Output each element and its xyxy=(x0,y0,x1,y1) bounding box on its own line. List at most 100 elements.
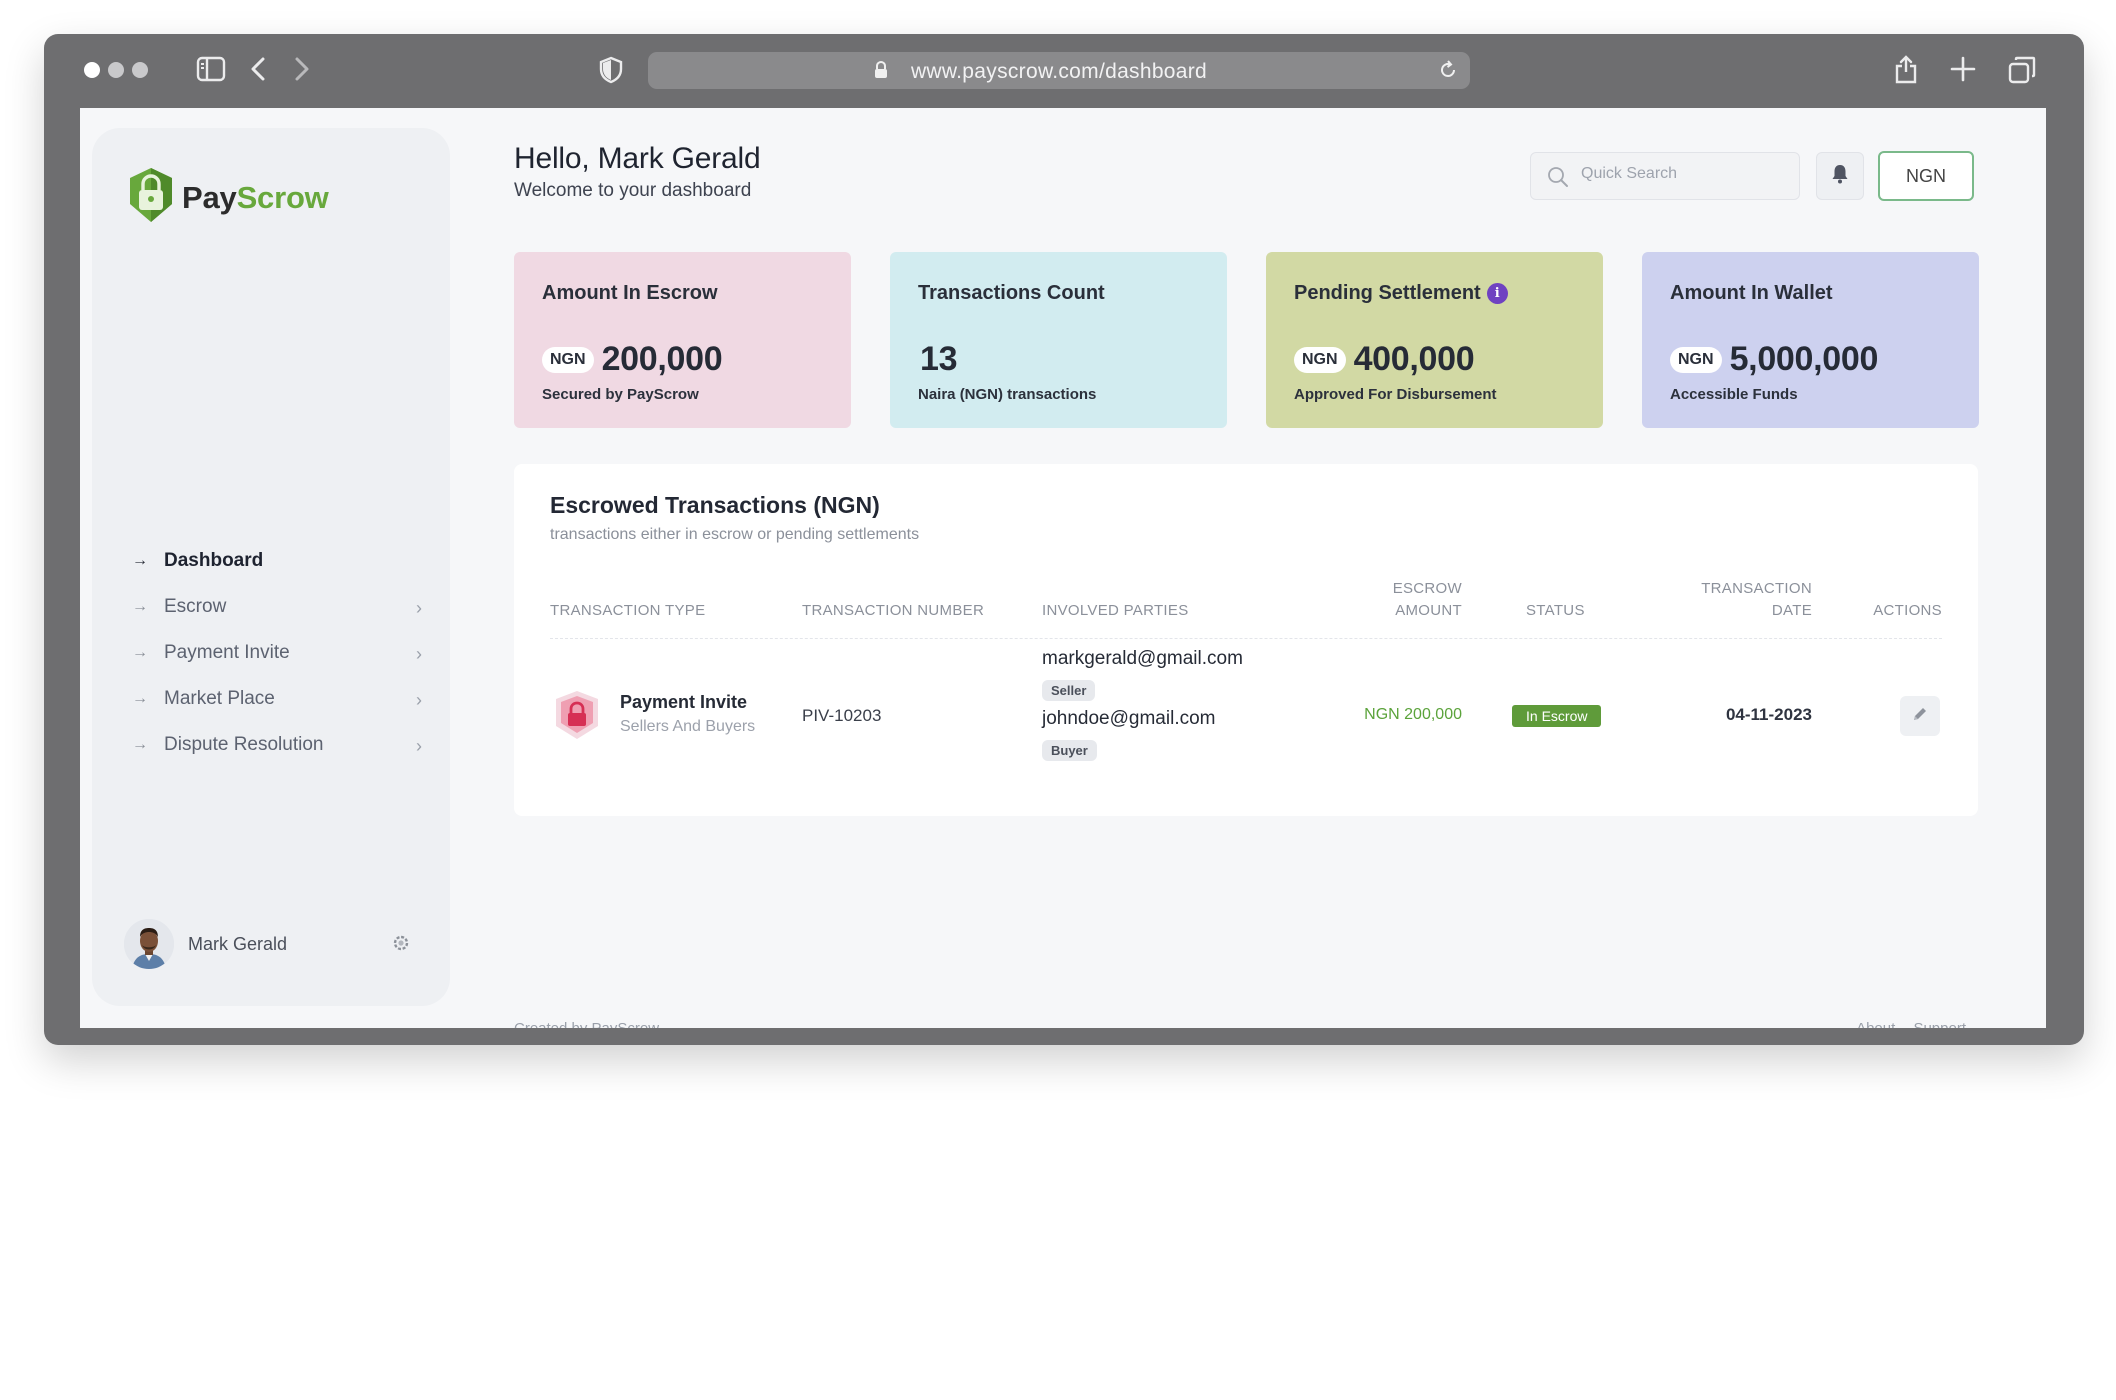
window-close-dot[interactable] xyxy=(84,62,100,78)
amount: 400,000 xyxy=(1353,340,1475,378)
page-viewport: PayScrow → Dashboard → Escrow › → Paymen… xyxy=(80,108,2046,1028)
escrowed-transactions-panel: Escrowed Transactions (NGN) transactions… xyxy=(514,464,1978,816)
sidebar-toggle-icon[interactable] xyxy=(196,56,226,82)
column-header-number[interactable]: TRANSACTION NUMBER xyxy=(802,600,984,622)
seller-role-badge: Seller xyxy=(1042,680,1096,701)
buyer-role-badge: Buyer xyxy=(1042,740,1097,761)
forward-icon[interactable] xyxy=(294,56,310,82)
sidebar-item-label: Dashboard xyxy=(164,550,264,571)
card-transactions-count: Transactions Count 13 Naira (NGN) transa… xyxy=(890,252,1227,428)
sidebar: PayScrow → Dashboard → Escrow › → Paymen… xyxy=(92,128,450,1006)
user-profile[interactable]: Mark Gerald xyxy=(124,918,424,970)
amount: 13 xyxy=(920,340,958,378)
shield-icon[interactable] xyxy=(598,56,624,84)
card-title: Amount In Escrow xyxy=(542,282,718,304)
chevron-right-icon: › xyxy=(416,690,422,710)
card-value: 13 xyxy=(918,340,958,379)
column-header-parties[interactable]: INVOLVED PARTIES xyxy=(1042,600,1189,622)
sidebar-item-label: Payment Invite xyxy=(164,642,290,663)
card-value: NGN 400,000 xyxy=(1294,340,1475,379)
new-tab-icon[interactable] xyxy=(1950,56,1976,82)
quick-search[interactable] xyxy=(1530,152,1800,200)
transaction-type: Payment Invite xyxy=(620,692,748,712)
url-text: www.payscrow.com/dashboard xyxy=(910,60,1208,83)
amount: 200,000 xyxy=(601,340,723,378)
avatar[interactable] xyxy=(124,919,174,969)
sidebar-item-label: Market Place xyxy=(164,688,275,709)
browser-toolbar: www.payscrow.com/dashboard xyxy=(44,34,2084,108)
arrow-right-icon: → xyxy=(132,644,148,661)
currency-pill: NGN xyxy=(542,346,594,373)
search-input[interactable] xyxy=(1581,165,1781,183)
column-header-date[interactable]: TRANSACTION DATE xyxy=(1701,578,1812,622)
tab-overview-icon[interactable] xyxy=(2008,56,2036,84)
card-amount-in-wallet: Amount In Wallet NGN 5,000,000 Accessibl… xyxy=(1642,252,1979,428)
reload-icon[interactable] xyxy=(1438,60,1458,85)
card-subtitle: Secured by PayScrow xyxy=(542,386,699,403)
status-badge: In Escrow xyxy=(1512,705,1602,727)
column-header-escrow-amount[interactable]: ESCROW AMOUNT xyxy=(1393,578,1462,622)
sidebar-nav: → Dashboard → Escrow › → Payment Invite … xyxy=(132,538,422,768)
card-pending-settlement: Pending Settlement i NGN 400,000 Approve… xyxy=(1266,252,1603,428)
sidebar-item-label: Dispute Resolution xyxy=(164,734,324,755)
sidebar-item-dashboard[interactable]: → Dashboard xyxy=(132,538,422,584)
sidebar-item-market-place[interactable]: → Market Place › xyxy=(132,676,422,722)
column-header-status[interactable]: STATUS xyxy=(1526,600,1585,622)
arrow-right-icon: → xyxy=(132,552,148,569)
arrow-right-icon: → xyxy=(132,598,148,615)
transaction-date: 04-11-2023 xyxy=(1725,705,1812,724)
transaction-type-sub: Sellers And Buyers xyxy=(620,718,756,735)
card-value: NGN 200,000 xyxy=(542,340,723,379)
sidebar-item-payment-invite[interactable]: → Payment Invite › xyxy=(132,630,422,676)
back-icon[interactable] xyxy=(250,56,266,82)
info-icon[interactable]: i xyxy=(1486,283,1508,304)
gear-icon[interactable] xyxy=(390,932,412,959)
user-name: Mark Gerald xyxy=(188,933,288,954)
window-minimize-dot[interactable] xyxy=(108,62,124,78)
column-header-type[interactable]: TRANSACTION TYPE xyxy=(550,600,705,622)
card-title: Pending Settlement xyxy=(1294,282,1481,304)
card-title-row: Pending Settlement i xyxy=(1294,282,1508,305)
chevron-right-icon: › xyxy=(416,644,422,664)
chevron-right-icon: › xyxy=(416,598,422,618)
brand-name: PayScrow xyxy=(182,179,329,215)
footer-link-about[interactable]: About xyxy=(1856,1020,1895,1028)
buyer-email: johndoe@gmail.com xyxy=(1042,708,1216,729)
footer-credit: Created by PayScrow xyxy=(514,1020,659,1028)
card-value: NGN 5,000,000 xyxy=(1670,340,1878,379)
card-subtitle: Approved For Disbursement xyxy=(1294,386,1497,403)
edit-button[interactable] xyxy=(1900,696,1940,736)
search-icon xyxy=(1547,166,1569,193)
pencil-icon xyxy=(1911,705,1929,728)
sidebar-item-escrow[interactable]: → Escrow › xyxy=(132,584,422,630)
shield-lock-logo-icon xyxy=(126,166,176,229)
seller-email: markgerald@gmail.com xyxy=(1042,648,1243,669)
card-amount-in-escrow: Amount In Escrow NGN 200,000 Secured by … xyxy=(514,252,851,428)
sidebar-item-dispute-resolution[interactable]: → Dispute Resolution › xyxy=(132,722,422,768)
escrow-amount: NGN 200,000 xyxy=(1364,706,1462,723)
card-title: Amount In Wallet xyxy=(1670,282,1833,304)
chevron-right-icon: › xyxy=(416,736,422,756)
panel-title: Escrowed Transactions (NGN) xyxy=(550,492,880,518)
bell-icon xyxy=(1831,164,1849,189)
greeting: Hello, Mark Gerald Welcome to your dashb… xyxy=(514,142,761,202)
panel-subtitle: transactions either in escrow or pending… xyxy=(550,526,920,543)
column-header-actions: ACTIONS xyxy=(1873,602,1942,619)
footer-link-support[interactable]: Support xyxy=(1913,1020,1966,1028)
card-subtitle: Naira (NGN) transactions xyxy=(918,386,1097,403)
transaction-number: PIV-10203 xyxy=(802,706,882,725)
footer-links: About Support xyxy=(1842,1020,1966,1028)
share-icon[interactable] xyxy=(1894,54,1918,84)
brand-logo[interactable]: PayScrow xyxy=(126,166,329,229)
amount: 5,000,000 xyxy=(1729,340,1879,378)
notification-button[interactable] xyxy=(1816,152,1864,200)
card-title: Transactions Count xyxy=(918,282,1105,304)
arrow-right-icon: → xyxy=(132,736,148,753)
currency-pill: NGN xyxy=(1294,346,1346,373)
window-maximize-dot[interactable] xyxy=(132,62,148,78)
currency-button[interactable]: NGN xyxy=(1878,151,1974,201)
address-bar[interactable]: www.payscrow.com/dashboard xyxy=(648,52,1470,89)
card-subtitle: Accessible Funds xyxy=(1670,386,1798,403)
arrow-right-icon: → xyxy=(132,690,148,707)
sidebar-item-label: Escrow xyxy=(164,596,227,617)
